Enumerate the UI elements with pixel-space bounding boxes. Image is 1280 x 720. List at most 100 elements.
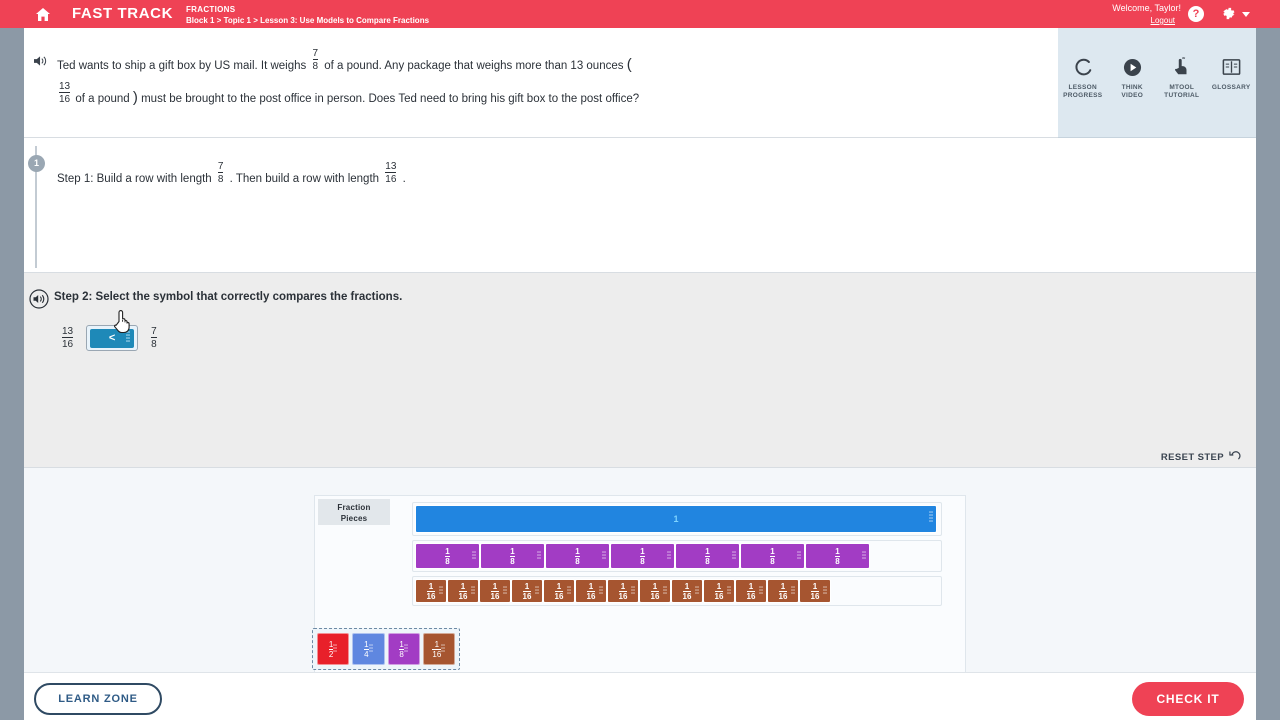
- palette-piece-1-16[interactable]: 1 16: [422, 633, 455, 665]
- hand-tap-icon: [1158, 56, 1206, 78]
- drag-handle-icon[interactable]: [862, 547, 866, 565]
- drag-handle-icon[interactable]: [368, 640, 373, 658]
- glossary-button[interactable]: GLOSSARY: [1207, 56, 1255, 92]
- app-header: FAST TRACK FRACTIONS Block 1 > Topic 1 >…: [0, 0, 1280, 28]
- drag-handle-icon[interactable]: [663, 582, 667, 600]
- fraction-piece[interactable]: 18: [480, 543, 545, 569]
- progress-ring-icon: [1059, 56, 1107, 78]
- speaker-icon[interactable]: [34, 54, 47, 72]
- drag-handle-icon[interactable]: [797, 547, 801, 565]
- fraction-piece[interactable]: 1 16: [703, 579, 735, 603]
- tool-panel: LESSON PROGRESS THINK VIDEO MTOOL TUTORI…: [1058, 28, 1256, 138]
- fraction-piece-label: 1 16: [554, 581, 564, 601]
- fraction-piece-label: 1 16: [682, 581, 692, 601]
- fraction-piece[interactable]: 1 16: [767, 579, 799, 603]
- fraction-piece[interactable]: 1 16: [543, 579, 575, 603]
- drag-handle-icon[interactable]: [667, 547, 671, 565]
- fraction-piece[interactable]: 1 16: [671, 579, 703, 603]
- placed-symbol-chip[interactable]: <: [90, 328, 135, 348]
- lesson-progress-button[interactable]: LESSON PROGRESS: [1059, 56, 1107, 100]
- play-video-icon: [1108, 56, 1156, 78]
- fraction-piece[interactable]: 18: [415, 543, 480, 569]
- drag-handle-icon[interactable]: [126, 331, 130, 345]
- fraction-piece-label: 1 16: [650, 581, 660, 601]
- fraction-piece[interactable]: 1 16: [575, 579, 607, 603]
- breadcrumb: Block 1 > Topic 1 > Lesson 3: Use Models…: [186, 16, 430, 25]
- sixteenths-row[interactable]: 1 16 1 16 1 16 1 16 1 16 1 16 1 16 1 16 1 16 1 16 1 16 1 16 1 16: [412, 576, 942, 606]
- app-footer: LEARN ZONE CHECK IT: [24, 672, 1256, 720]
- think-video-button[interactable]: THINK VIDEO: [1108, 56, 1156, 100]
- drag-handle-icon[interactable]: [333, 640, 338, 658]
- fraction-piece[interactable]: 1 16: [607, 579, 639, 603]
- drag-handle-icon[interactable]: [535, 582, 539, 600]
- fraction-piece[interactable]: 1: [415, 505, 937, 533]
- drag-handle-icon[interactable]: [929, 510, 933, 528]
- fraction-piece-label: 18: [640, 546, 645, 566]
- fraction-piece[interactable]: 1 16: [447, 579, 479, 603]
- step1-fraction-13-16: 13 16: [385, 161, 397, 185]
- gear-icon[interactable]: [1221, 6, 1236, 26]
- problem-line2c: must be brought to the post office in pe…: [141, 93, 396, 105]
- drag-handle-icon[interactable]: [631, 582, 635, 600]
- fraction-piece-label: 18: [575, 546, 580, 566]
- fraction-piece[interactable]: 18: [545, 543, 610, 569]
- fraction-piece[interactable]: 1 16: [639, 579, 671, 603]
- whole-row[interactable]: 1: [412, 502, 942, 536]
- fraction-piece-label: 1 16: [490, 581, 500, 601]
- problem-line3: Ted need to bring his gift box to the po…: [398, 93, 640, 105]
- brand-title: FAST TRACK: [72, 5, 173, 22]
- eighths-row[interactable]: 18 18 18 18 18 18 18: [412, 540, 942, 572]
- fraction-piece[interactable]: 1 16: [735, 579, 767, 603]
- fraction-piece[interactable]: 1 16: [799, 579, 831, 603]
- drag-handle-icon[interactable]: [472, 547, 476, 565]
- tool-label-line2: VIDEO: [1121, 92, 1144, 99]
- drag-handle-icon[interactable]: [439, 582, 443, 600]
- fraction-piece[interactable]: 1 16: [415, 579, 447, 603]
- reset-step-button[interactable]: RESET STEP: [1161, 450, 1241, 465]
- help-icon[interactable]: ?: [1188, 6, 1204, 22]
- fraction-piece-label: 1 16: [746, 581, 756, 601]
- fraction-piece-label: 18: [510, 546, 515, 566]
- drag-handle-icon[interactable]: [727, 582, 731, 600]
- comparison-right-fraction: 78: [151, 326, 157, 350]
- fraction-piece[interactable]: 1 16: [511, 579, 543, 603]
- fraction-piece[interactable]: 18: [675, 543, 740, 569]
- drag-handle-icon[interactable]: [695, 582, 699, 600]
- drag-handle-icon[interactable]: [823, 582, 827, 600]
- fraction-piece[interactable]: 18: [740, 543, 805, 569]
- palette-piece-1-4[interactable]: 14: [352, 633, 385, 665]
- comparison-drop-zone[interactable]: <: [86, 325, 139, 351]
- palette-piece-1-2[interactable]: 12: [317, 633, 350, 665]
- mtool-tutorial-button[interactable]: MTOOL TUTORIAL: [1158, 56, 1206, 100]
- fraction-piece-label: 18: [445, 546, 450, 566]
- palette-piece-1-8[interactable]: 18: [387, 633, 420, 665]
- drag-handle-icon[interactable]: [567, 582, 571, 600]
- speaker-icon[interactable]: [29, 289, 49, 314]
- drag-handle-icon[interactable]: [602, 547, 606, 565]
- drag-handle-icon[interactable]: [471, 582, 475, 600]
- drag-handle-icon[interactable]: [503, 582, 507, 600]
- problem-fraction-7-8: 78: [312, 48, 319, 72]
- tool-label-line2: PROGRESS: [1063, 92, 1103, 99]
- drag-handle-icon[interactable]: [759, 582, 763, 600]
- home-icon[interactable]: [33, 5, 53, 23]
- step-2-title: Step 2: Select the symbol that correctly…: [54, 291, 403, 303]
- fraction-piece[interactable]: 1 16: [479, 579, 511, 603]
- fraction-piece[interactable]: 18: [610, 543, 675, 569]
- drag-handle-icon[interactable]: [791, 582, 795, 600]
- drag-handle-icon[interactable]: [441, 640, 446, 658]
- step-1-badge: 1: [28, 155, 45, 172]
- step-1-panel: 1 Step 1: Build a row with length 78 . T…: [24, 138, 1256, 273]
- drag-handle-icon[interactable]: [404, 640, 408, 658]
- chevron-down-icon[interactable]: [1242, 12, 1250, 17]
- drag-handle-icon[interactable]: [537, 547, 541, 565]
- placed-symbol-label: <: [108, 332, 116, 344]
- fraction-piece-label: 18: [770, 546, 775, 566]
- learn-zone-button[interactable]: LEARN ZONE: [34, 683, 162, 715]
- drag-handle-icon[interactable]: [732, 547, 736, 565]
- fraction-piece[interactable]: 18: [805, 543, 870, 569]
- check-it-button[interactable]: CHECK IT: [1132, 682, 1244, 716]
- logout-link[interactable]: Logout: [1151, 16, 1175, 26]
- fraction-piece-palette[interactable]: 1 2 1 4 1 8 1 16: [312, 628, 460, 670]
- drag-handle-icon[interactable]: [599, 582, 603, 600]
